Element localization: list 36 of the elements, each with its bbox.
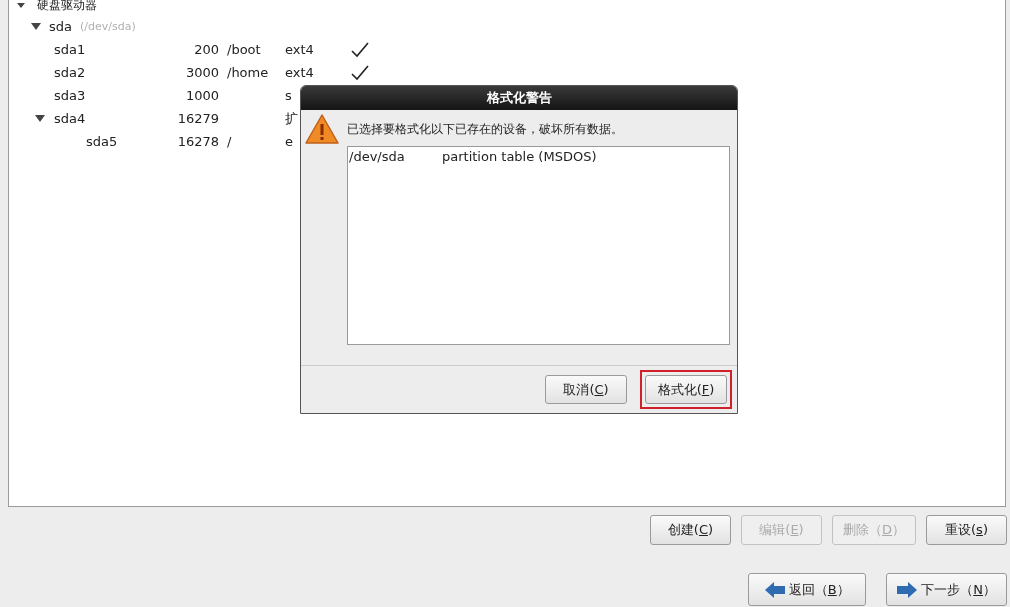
- disk-path: (/dev/sda): [80, 20, 136, 33]
- mount-point: /: [227, 134, 232, 149]
- dialog-title: 格式化警告: [301, 86, 737, 110]
- mount-point: /home: [227, 65, 269, 80]
- partition-name: sda4: [54, 111, 86, 126]
- partition-size: 16279: [177, 111, 219, 126]
- nav-button[interactable]: 下一步（N）: [886, 573, 1007, 606]
- partition-name: sda2: [54, 65, 86, 80]
- warning-icon: [305, 114, 339, 144]
- device-description: partition table (MSDOS): [442, 149, 597, 164]
- arrow-left-icon: [764, 581, 785, 598]
- device-path: /dev/sda: [349, 149, 406, 164]
- action-button[interactable]: 重设(s): [926, 515, 1007, 545]
- partition-size: 1000: [185, 88, 219, 103]
- warning-message: 已选择要格式化以下已存在的设备，破坏所有数据。: [347, 120, 623, 138]
- arrow-right-icon: [897, 581, 918, 598]
- dialog-button[interactable]: 取消(C): [545, 375, 627, 404]
- partition-name: sda3: [54, 88, 86, 103]
- expander-icon[interactable]: [31, 23, 41, 30]
- filesystem-type: 扩: [285, 110, 298, 126]
- filesystem-type: s: [285, 88, 292, 103]
- partition-size: 200: [194, 42, 219, 57]
- dialog-button[interactable]: 格式化(F): [645, 375, 727, 404]
- disk-name: sda: [49, 19, 72, 34]
- partition-size: 3000: [185, 65, 219, 80]
- filesystem-type: ext4: [285, 65, 314, 80]
- expander-icon[interactable]: [35, 115, 45, 122]
- mount-point: /boot: [227, 42, 261, 57]
- partition-name: sda5: [86, 134, 118, 149]
- nav-button[interactable]: 返回（B）: [748, 573, 867, 606]
- expander-icon[interactable]: [17, 2, 25, 8]
- action-button[interactable]: 创建(C): [650, 515, 731, 545]
- partition-size: 16278: [177, 134, 219, 149]
- partition-name: sda1: [54, 42, 86, 57]
- filesystem-type: ext4: [285, 42, 314, 57]
- filesystem-type: e: [285, 134, 293, 149]
